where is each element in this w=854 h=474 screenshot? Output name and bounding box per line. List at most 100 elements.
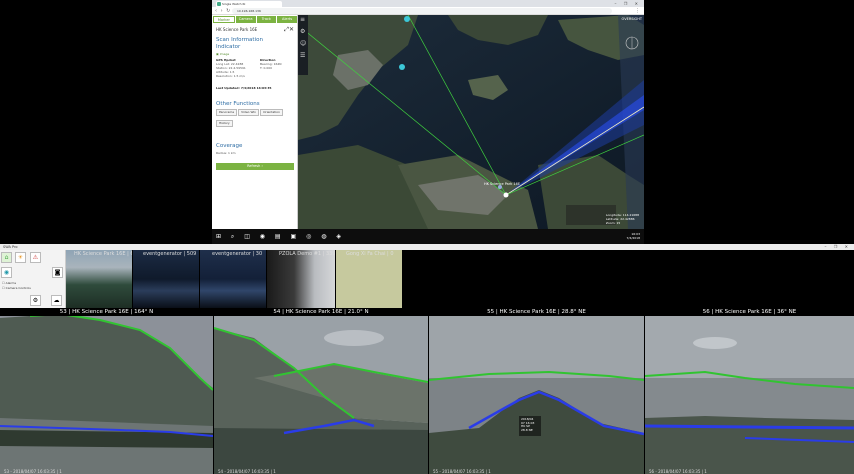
video-window-button[interactable]: Video Win	[238, 109, 260, 116]
window-controls[interactable]: – ❐ ✕	[615, 0, 641, 7]
refresh-button[interactable]: Refresh ›	[216, 163, 294, 170]
ocr-overlay: 2018/04 07 16:03 HK SP 28.8 NE	[521, 417, 535, 432]
alert-button[interactable]: ⚠	[30, 252, 41, 263]
camera-button[interactable]: ◙	[52, 267, 63, 278]
panorama-button[interactable]: Panorama	[216, 109, 238, 116]
home-button[interactable]: ⌂	[1, 252, 12, 263]
settings-button[interactable]: ⚙	[30, 295, 41, 306]
layers-icon[interactable]: ☰	[300, 53, 305, 59]
camera-feed-54[interactable]: 54 | HK Science Park 16E | 21.0° N 54 - …	[214, 308, 428, 474]
tab-alerts[interactable]: Alerts	[277, 16, 297, 23]
feed-timestamp: 56 - 2018/04/07 16:03:35 | 1	[649, 469, 707, 474]
thumb-label: HK Science Park 16E | 60	[74, 251, 132, 257]
feed-land	[645, 416, 854, 474]
map-svg: HK Science Park 16E	[298, 15, 644, 229]
camera-feeds: 53 | HK Science Park 16E | 164° N 53 - 2…	[0, 308, 854, 474]
satellite-map[interactable]: HK Science Park 16E ≡ ⚙ ☺ ☰ OVERSIGHT Lo…	[298, 15, 644, 229]
image-link-label: Image	[219, 52, 230, 56]
panel-tools: ⤢✕	[284, 26, 294, 34]
tab-marker[interactable]: Marker	[213, 16, 235, 23]
marker-label: HK Science Park 16E	[484, 182, 520, 186]
feed-blue-contour	[645, 424, 854, 430]
thumb-label: Gong Xi Fa Chai | 0	[346, 251, 394, 257]
taskbar: ⊞ ⌕ ◫ ◉ ▤ ▣ ◎ ◍ ◈ 16:03 7/4/2018	[212, 229, 644, 244]
thumb-pzola-demo[interactable]: PZOLA Demo #1 | 339	[267, 250, 335, 308]
panel-tabs: Marker Camera Track Alerts	[213, 16, 297, 23]
menu-icon[interactable]: ⋮	[635, 7, 640, 15]
user-icon[interactable]: ☺	[300, 41, 306, 47]
alert-icon: ⚠	[32, 254, 39, 261]
feed-image	[214, 308, 428, 474]
taskbar-icons[interactable]: ⊞ ⌕ ◫ ◉ ▤ ▣ ◎ ◍ ◈	[216, 229, 345, 244]
camera-controls-label: Camera Controls	[5, 286, 31, 290]
camera-feed-56[interactable]: 56 | HK Science Park 16E | 36° NE 56 - 2…	[645, 308, 854, 474]
home-icon: ⌂	[4, 254, 9, 261]
camera-feed-53[interactable]: 53 | HK Science Park 16E | 164° N 53 - 2…	[0, 308, 213, 474]
info-zoom: Zoom: 15	[605, 221, 621, 225]
map-toolbar: ≡ ⚙ ☺ ☰	[298, 15, 308, 75]
feed-timestamp: 53 - 2018/04/07 16:03:35 | 1	[4, 469, 62, 474]
thumb-science-park[interactable]: HK Science Park 16E | 60	[66, 250, 132, 308]
orientation-button[interactable]: Orientation	[260, 109, 284, 116]
address-bar: ‹ › ↻ 10.196.168.136 ⋮	[212, 7, 644, 15]
vms-window: SWA Pro – ❐ ✕ ⌂ ☀ ⚠ ◉ ◙ ☐ Alarms ☐ Camer…	[0, 244, 854, 474]
clock-date: 7/4/2018	[626, 236, 640, 240]
feed-image	[0, 308, 213, 474]
feed-label: 56 | HK Science Park 16E | 36° NE	[645, 308, 854, 316]
control-panel: ⌂ ☀ ⚠ ◉ ◙ ☐ Alarms ☐ Camera Controls ⚙ ☁	[0, 250, 66, 308]
other-functions-heading: Other Functions	[216, 101, 260, 107]
camera-controls-checkbox[interactable]: ☐ Camera Controls	[2, 286, 31, 290]
nav-arrows-icon[interactable]: ‹ › ↻	[215, 7, 231, 15]
screen: Single Watch Ri – ❐ ✕ ‹ › ↻ 10.196.168.1…	[0, 0, 854, 474]
thumb-label: eventgenerator | 30	[212, 251, 263, 257]
last-updated: Last Updated: 7/4/2018 16:03:35	[216, 86, 272, 90]
tab-track[interactable]: Track	[256, 16, 277, 23]
feed-label: 54 | HK Science Park 16E | 21.0° N	[214, 308, 428, 316]
vms-title: SWA Pro	[3, 245, 18, 249]
thumb-event-generator-1[interactable]: eventgenerator | 509	[133, 250, 199, 308]
tab-camera[interactable]: Camera	[235, 16, 256, 23]
tab-title: Single Watch Ri	[222, 2, 246, 6]
coverage-radius[interactable]: Radius: 1 km	[216, 151, 236, 155]
refresh-label: Refresh	[247, 164, 261, 168]
browser-tabbar: Single Watch Ri – ❐ ✕	[212, 0, 644, 7]
monitor-button[interactable]: ◉	[1, 267, 12, 278]
feed-label: 55 | HK Science Park 16E | 28.8° NE	[429, 308, 644, 316]
sun-button[interactable]: ☀	[15, 252, 26, 263]
sun-icon: ☀	[17, 254, 24, 261]
taskbar-clock[interactable]: 16:03 7/4/2018	[627, 232, 640, 240]
cloud-button[interactable]: ☁	[51, 295, 62, 306]
feed-cloud	[324, 330, 384, 346]
tilt-value: T: 0.000	[260, 66, 273, 70]
gear-icon[interactable]: ⚙	[300, 29, 305, 35]
coverage-heading: Coverage	[216, 143, 243, 149]
feed-timestamp: 55 - 2018/04/07 16:03:35 | 1	[433, 469, 491, 474]
thumb-label: eventgenerator | 509	[143, 251, 197, 257]
marker-science-park[interactable]	[503, 192, 509, 198]
feed-shore	[214, 428, 428, 474]
thumbnail-strip: HK Science Park 16E | 60 eventgenerator …	[66, 250, 854, 308]
alarms-checkbox[interactable]: ☐ Alarms	[2, 281, 16, 285]
info-panel: Marker Camera Track Alerts HK Science Pa…	[212, 15, 298, 229]
close-icon[interactable]: ✕	[289, 26, 294, 33]
url-field[interactable]: 10.196.168.136	[232, 8, 612, 14]
feed-label: 53 | HK Science Park 16E | 164° N	[0, 308, 213, 316]
settings-icon: ⚙	[32, 297, 39, 304]
indicator-heading: Indicator	[216, 44, 241, 50]
scan-heading: Scan Information	[216, 37, 263, 43]
resolution-value: Resolution: 1.5 m/s	[216, 74, 245, 78]
history-button[interactable]: History	[216, 120, 233, 127]
marker-camera-2[interactable]	[404, 16, 410, 22]
thumb-event-generator-2[interactable]: eventgenerator | 30	[200, 250, 266, 308]
monitor-icon: ◉	[3, 269, 10, 276]
image-link[interactable]: ▣ Image	[216, 52, 229, 56]
map-info: Longitude: 114.21688 Latitude: 22.42886 …	[606, 213, 639, 225]
thumb-label: PZOLA Demo #1 | 339	[279, 251, 335, 257]
menu-icon[interactable]: ≡	[300, 17, 305, 23]
camera-icon: ◙	[54, 269, 61, 276]
feed-image	[429, 308, 644, 474]
favicon-icon	[217, 2, 221, 6]
camera-feed-55[interactable]: 2018/04 07 16:03 HK SP 28.8 NE 55 | HK Scie…	[429, 308, 644, 474]
marker-camera-1[interactable]	[399, 64, 405, 70]
thumb-gong-xi[interactable]: Gong Xi Fa Chai | 0	[336, 250, 402, 308]
